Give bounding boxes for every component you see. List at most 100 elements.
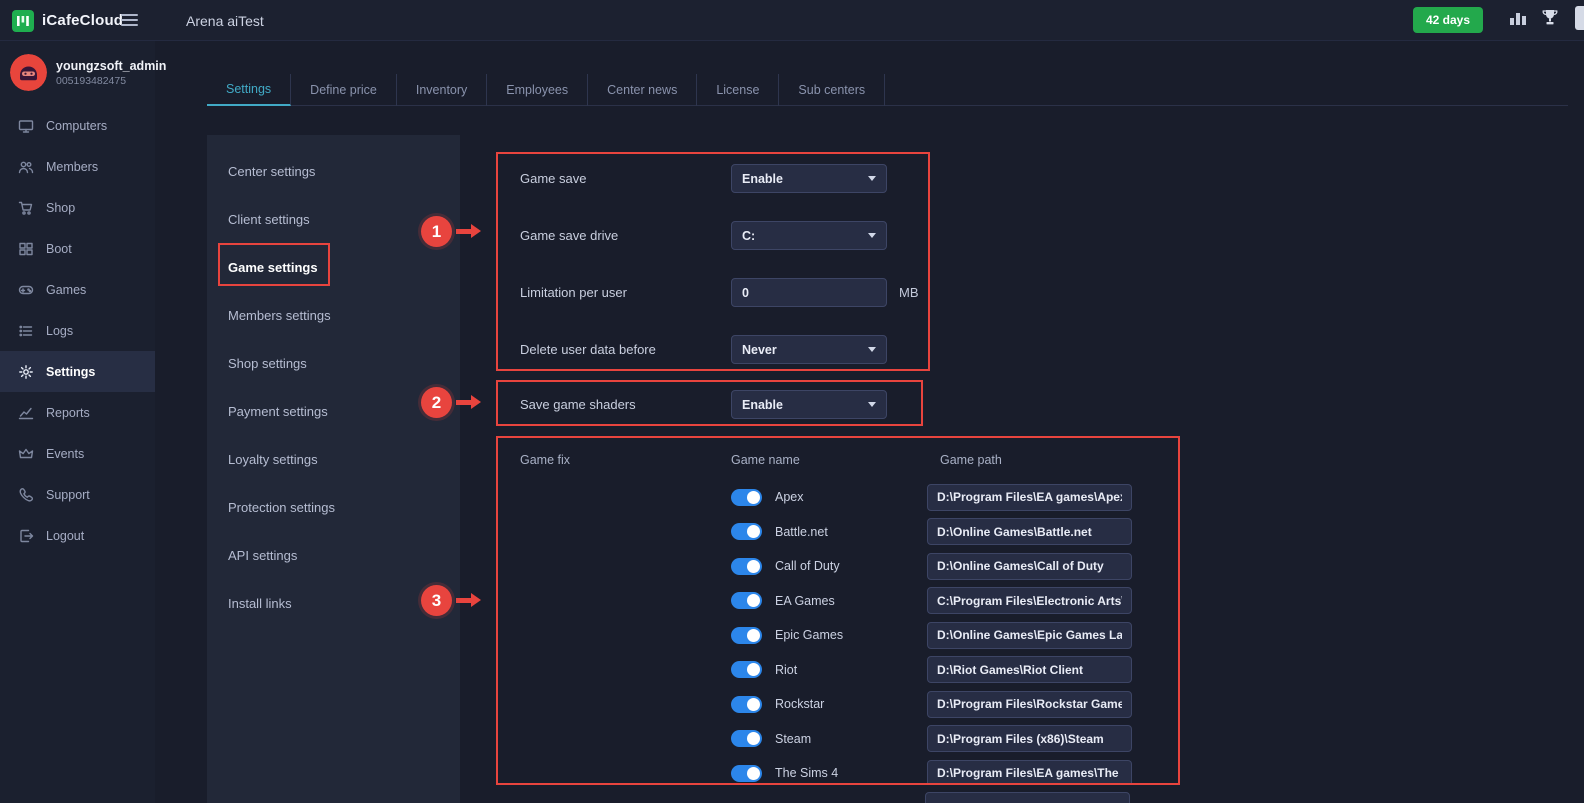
tournament-trophy-icon[interactable] [1540,8,1560,28]
limitation-label: Limitation per user [520,285,731,300]
user-profile[interactable]: youngzsoft_admin 005193482475 [0,41,155,105]
game-name: The Sims 4 [775,766,838,780]
chevron-down-icon [868,233,876,238]
game-path-input[interactable] [927,691,1132,718]
tab-sub-centers[interactable]: Sub centers [779,74,885,106]
sidebar-item-logout[interactable]: Logout [0,515,155,556]
sidebar-item-events[interactable]: Events [0,433,155,474]
game-fix-header: Game fix Game name Game path [520,452,1178,468]
ranking-icon[interactable] [1509,10,1527,26]
game-path-input[interactable] [927,656,1132,683]
game-fix-toggle[interactable] [731,661,762,678]
limitation-unit: MB [899,285,919,300]
subnav-protection-settings[interactable]: Protection settings [207,483,460,531]
game-fix-toggle[interactable] [731,592,762,609]
game-save-drive-label: Game save drive [520,228,731,243]
game-fix-toggle[interactable] [731,696,762,713]
subnav-label: Install links [228,596,292,611]
game-fix-row-epic-games: Epic Games [520,622,1178,648]
tab-define-price[interactable]: Define price [291,74,397,106]
game-path-input[interactable] [927,553,1132,580]
game-name: Call of Duty [775,559,840,573]
subnav-label: Members settings [228,308,331,323]
chevron-down-icon [868,347,876,352]
game-save-select[interactable]: Enable [731,164,887,193]
sidebar-item-label: Settings [46,365,95,379]
form-row-shaders: Save game shaders Enable [520,390,921,419]
tab-license[interactable]: License [697,74,779,106]
sidebar-item-logs[interactable]: Logs [0,310,155,351]
sidebar-item-boot[interactable]: Boot [0,228,155,269]
game-save-drive-select[interactable]: C: [731,221,887,250]
tab-center-news[interactable]: Center news [588,74,697,106]
sidebar-menu: Computers Members Shop Boot Games Logs [0,105,155,556]
subnav-loyalty-settings[interactable]: Loyalty settings [207,435,460,483]
game-path-input[interactable] [927,760,1132,786]
delete-before-select[interactable]: Never [731,335,887,364]
limitation-input[interactable] [731,278,887,307]
partial-cutoff-icon[interactable] [1575,6,1584,30]
sidebar-item-label: Logout [46,529,84,543]
subnav-members-settings[interactable]: Members settings [207,291,460,339]
sidebar-item-label: Members [46,160,98,174]
annotation-arrow-3 [456,598,473,603]
tab-label: Sub centers [798,83,865,97]
people-icon [18,159,34,175]
form-row-game-save-drive: Game save drive C: [520,221,928,250]
annotation-arrow-1 [456,229,473,234]
sidebar-item-games[interactable]: Games [0,269,155,310]
annotation-step-1: 1 [421,216,452,247]
annotation-step-3: 3 [421,585,452,616]
game-fix-toggle[interactable] [731,523,762,540]
subnav-center-settings[interactable]: Center settings [207,147,460,195]
sidebar-item-computers[interactable]: Computers [0,105,155,146]
menu-toggle-icon[interactable] [121,14,138,26]
sidebar-item-support[interactable]: Support [0,474,155,515]
game-save-drive-value: C: [742,229,755,243]
game-fix-toggle[interactable] [731,765,762,782]
sidebar-item-settings[interactable]: Settings [0,351,155,392]
tab-settings[interactable]: Settings [207,74,291,106]
license-days-badge[interactable]: 42 days [1413,7,1483,33]
game-path-input-partial[interactable] [925,792,1130,803]
sidebar-item-reports[interactable]: Reports [0,392,155,433]
game-fix-toggle[interactable] [731,489,762,506]
game-path-input[interactable] [927,725,1132,752]
game-name: Riot [775,663,797,677]
sidebar-item-members[interactable]: Members [0,146,155,187]
sidebar-item-label: Reports [46,406,90,420]
sidebar-item-label: Boot [46,242,72,256]
game-path-input[interactable] [927,587,1132,614]
tab-inventory[interactable]: Inventory [397,74,487,106]
subnav-game-settings[interactable]: Game settings [207,243,460,291]
grid-icon [18,241,34,257]
game-name: EA Games [775,594,835,608]
annotation-arrow-2 [456,400,473,405]
user-id: 005193482475 [56,75,166,87]
game-fix-toggle[interactable] [731,558,762,575]
subnav-shop-settings[interactable]: Shop settings [207,339,460,387]
game-path-input[interactable] [927,518,1132,545]
sidebar-item-label: Shop [46,201,75,215]
game-name: Rockstar [775,697,824,711]
topbar: iCafeCloud Arena aiTest 42 days [0,0,1584,41]
shaders-select[interactable]: Enable [731,390,887,419]
game-fix-toggle[interactable] [731,730,762,747]
content-tabs: Settings Define price Inventory Employee… [207,74,1568,106]
annotation-step-2: 2 [421,387,452,418]
game-fix-row-apex: Apex [520,484,1178,510]
game-fix-row-riot: Riot [520,657,1178,683]
tab-employees[interactable]: Employees [487,74,588,106]
game-path-input[interactable] [927,484,1132,511]
list-icon [18,323,34,339]
game-fix-toggle[interactable] [731,627,762,644]
subnav-label: Center settings [228,164,315,179]
subnav-label: Payment settings [228,404,328,419]
sidebar-item-shop[interactable]: Shop [0,187,155,228]
game-fix-row-rockstar: Rockstar [520,691,1178,717]
game-fix-row-call-of-duty: Call of Duty [520,553,1178,579]
subnav-api-settings[interactable]: API settings [207,531,460,579]
game-path-input[interactable] [927,622,1132,649]
monitor-icon [18,118,34,134]
phone-icon [18,487,34,503]
